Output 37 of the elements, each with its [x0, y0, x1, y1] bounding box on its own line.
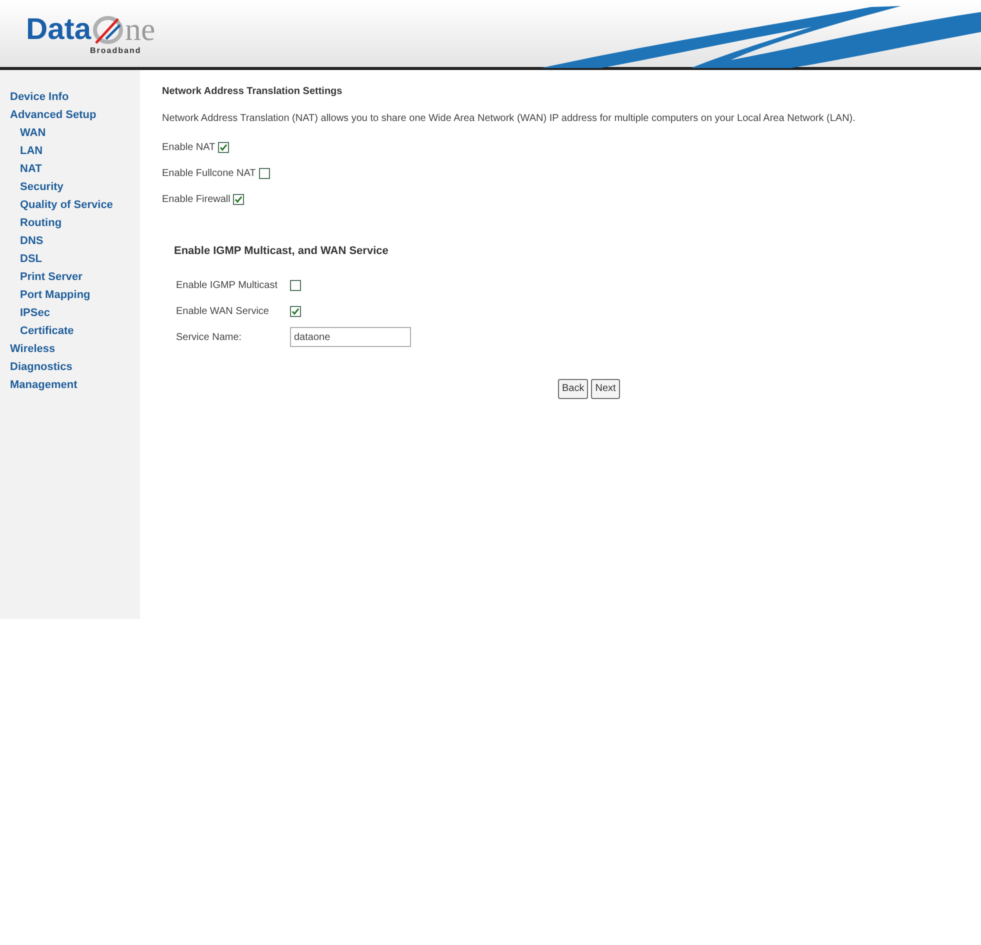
checkbox[interactable]: [290, 306, 301, 316]
description-text: Network Address Translation (NAT) allows you to share one Wide Area Network (WAN) IP address for multiple computers on your Local Area Network (LAN).: [162, 112, 856, 126]
logo-text: Data: [26, 14, 92, 44]
nav-link[interactable]: Diagnostics: [10, 358, 72, 376]
checkbox[interactable]: [258, 168, 270, 179]
nav-link[interactable]: Security: [20, 178, 64, 196]
nav-button[interactable]: Back: [558, 378, 588, 398]
nav-link[interactable]: Wireless: [10, 340, 56, 358]
nav-link[interactable]: Routing: [20, 214, 62, 232]
option-label: Enable Fullcone NAT: [162, 167, 256, 181]
option-label: Enable WAN Service: [176, 304, 270, 318]
nav-button[interactable]: Next: [591, 378, 620, 398]
nav-link[interactable]: WAN: [20, 124, 46, 142]
checkbox[interactable]: [218, 142, 230, 153]
nav-link[interactable]: LAN: [20, 142, 43, 160]
option-label: Enable IGMP Multicast: [176, 278, 279, 292]
service-name-field[interactable]: dataone: [290, 327, 411, 347]
nav-link[interactable]: DSL: [20, 250, 42, 268]
nav-link[interactable]: Device Info: [10, 88, 69, 106]
nav-link[interactable]: NAT: [20, 160, 42, 178]
section-title: Enable IGMP Multicast, and WAN Service: [174, 244, 390, 259]
checkbox[interactable]: [290, 280, 301, 290]
nav-link[interactable]: DNS: [20, 232, 44, 250]
section-title: Network Address Translation Settings: [162, 85, 344, 99]
option-label: Enable NAT: [162, 141, 216, 155]
nav-link[interactable]: Quality of Service: [20, 196, 113, 214]
nav-link[interactable]: Certificate: [20, 322, 74, 340]
nav-link[interactable]: Advanced Setup: [10, 106, 96, 124]
checkbox[interactable]: [233, 194, 244, 205]
option-label: Service Name:: [176, 330, 243, 344]
option-label: Enable Firewall: [162, 193, 230, 207]
nav-link[interactable]: IPSec: [20, 304, 50, 322]
logo-text: ne: [125, 12, 156, 44]
nav-link[interactable]: Port Mapping: [20, 286, 90, 304]
nav-link[interactable]: Management: [10, 376, 78, 394]
logo-tagline: Broadband: [90, 44, 142, 56]
nav-link[interactable]: Print Server: [20, 268, 82, 286]
